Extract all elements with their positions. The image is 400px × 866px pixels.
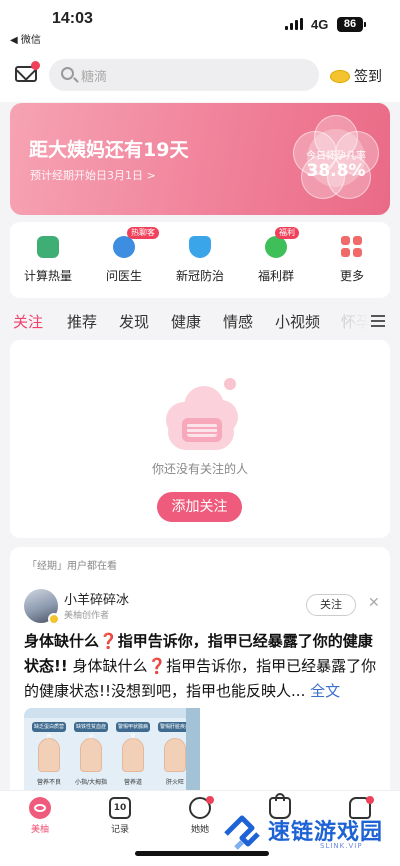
tab-follow[interactable]: 关注	[13, 311, 43, 332]
empty-illustration	[160, 378, 240, 456]
author-name[interactable]: 小羊碎碎冰	[64, 589, 129, 608]
tab-recommend[interactable]: 推荐	[67, 311, 97, 332]
action-calorie[interactable]: 计算热量	[10, 236, 86, 284]
calendar-icon: 10	[109, 797, 131, 819]
action-label: 新冠防治	[175, 269, 224, 283]
action-badge: 热聊客	[127, 227, 159, 239]
action-label: 问医生	[105, 269, 142, 283]
action-welfare-group[interactable]: 福利 福利群	[238, 227, 314, 284]
coin-icon	[330, 69, 350, 83]
status-time: 14:03	[52, 10, 93, 27]
post-text[interactable]: 身体缺什么❓指甲告诉你，指甲已经暴露了你的健康状态!! 身体缺什么❓指甲告诉你，…	[24, 629, 380, 704]
nail-column: 缺乏蛋白质营养 营养不良	[32, 722, 66, 786]
action-label: 计算热量	[23, 269, 72, 283]
period-countdown: 距大姨妈还有19天	[29, 139, 189, 161]
quick-actions: 计算热量 热聊客 问医生 新冠防治 福利 福利群 更多	[10, 222, 390, 298]
creator-badge-icon	[48, 613, 60, 625]
feed-tabs: 关注 推荐 发现 健康 情感 小视频 怀孕	[0, 305, 400, 337]
nav-meiyou[interactable]: 美柚	[10, 797, 70, 835]
doctor-icon: 热聊客	[113, 227, 159, 258]
post-card[interactable]: 「经期」用户都在看 小羊碎碎冰 美柚创作者 关注 ✕ 身体缺什么❓指甲告诉你，指…	[10, 547, 390, 790]
tab-discover[interactable]: 发现	[119, 311, 149, 332]
search-placeholder: 糖滴	[81, 70, 108, 85]
nav-label: 记录	[110, 825, 129, 835]
post-image[interactable]: 缺乏蛋白质营养 营养不良 缺铁性贫血症状 小指/大拇指 警惕甲状腺病变 营养道 …	[24, 708, 200, 790]
action-covid[interactable]: 新冠防治	[162, 236, 238, 284]
nail-column: 警惕甲状腺病变 营养道	[116, 722, 150, 786]
post-hint: 「经期」用户都在看	[27, 561, 117, 572]
shield-icon	[189, 236, 211, 258]
action-badge: 福利	[275, 227, 299, 239]
read-more-link[interactable]: 全文	[310, 682, 340, 700]
follow-button[interactable]: 关注	[306, 594, 356, 616]
search-heart-icon	[189, 796, 214, 819]
battery-icon: 86	[337, 17, 366, 32]
nail-column: 缺铁性贫血症状 小指/大拇指	[74, 722, 108, 786]
period-banner[interactable]: 距大姨妈还有19天 预计经期开始日3月1日 > 今日怀孕几率 38.8%	[10, 103, 390, 215]
post-body-a: 身体缺什么	[72, 657, 148, 675]
pregnancy-chance-label: 今日怀孕几率	[306, 151, 366, 162]
question-icon: ❓	[147, 657, 167, 675]
network-label: 4G	[311, 17, 329, 32]
menu-icon[interactable]	[371, 315, 385, 327]
nav-record[interactable]: 10 记录	[90, 797, 150, 835]
search-icon	[61, 67, 74, 80]
notification-dot	[31, 61, 40, 70]
action-ask-doctor[interactable]: 热聊客 问医生	[86, 227, 162, 284]
nav-label: 美柚	[30, 825, 49, 835]
tab-health[interactable]: 健康	[171, 311, 201, 332]
top-bar: 糖滴 签到	[0, 44, 400, 102]
watermark-sub: SLINK.VIP	[320, 842, 363, 850]
meiyou-icon	[29, 797, 51, 819]
author-role: 美柚创作者	[64, 611, 110, 621]
question-icon: ❓	[99, 632, 118, 650]
signin-label: 签到	[354, 69, 382, 85]
tab-short-video[interactable]: 小视频	[275, 311, 320, 332]
signal-icon	[285, 18, 305, 30]
status-bar: 14:03 ◀ 微信 4G 86	[0, 0, 400, 46]
action-label: 福利群	[257, 269, 294, 283]
close-icon[interactable]: ✕	[368, 595, 380, 611]
action-label: 更多	[339, 269, 364, 283]
pregnancy-chance-value: 38.8%	[306, 161, 366, 181]
nav-tata[interactable]: 她她	[170, 796, 230, 835]
grid-icon	[341, 236, 363, 258]
tab-emotion[interactable]: 情感	[223, 311, 253, 332]
signin-button[interactable]: 签到	[330, 66, 382, 86]
chat-group-icon: 福利	[265, 227, 299, 258]
search-input[interactable]: 糖滴	[49, 59, 319, 91]
nav-label: 她她	[190, 825, 209, 835]
period-start-date[interactable]: 预计经期开始日3月1日 >	[30, 167, 156, 183]
empty-message: 你还没有关注的人	[151, 462, 248, 476]
watermark: 速链游戏园 SLINK.VIP	[222, 812, 392, 862]
post-title-a: 身体缺什么	[24, 632, 100, 650]
calculator-icon	[37, 236, 59, 258]
add-follow-button[interactable]: 添加关注	[157, 492, 242, 522]
pregnancy-chance-flower[interactable]: 今日怀孕几率 38.8%	[293, 115, 379, 201]
action-more[interactable]: 更多	[314, 236, 390, 284]
follow-empty-card: 你还没有关注的人 添加关注	[10, 340, 390, 538]
watermark-logo-icon	[224, 815, 260, 850]
